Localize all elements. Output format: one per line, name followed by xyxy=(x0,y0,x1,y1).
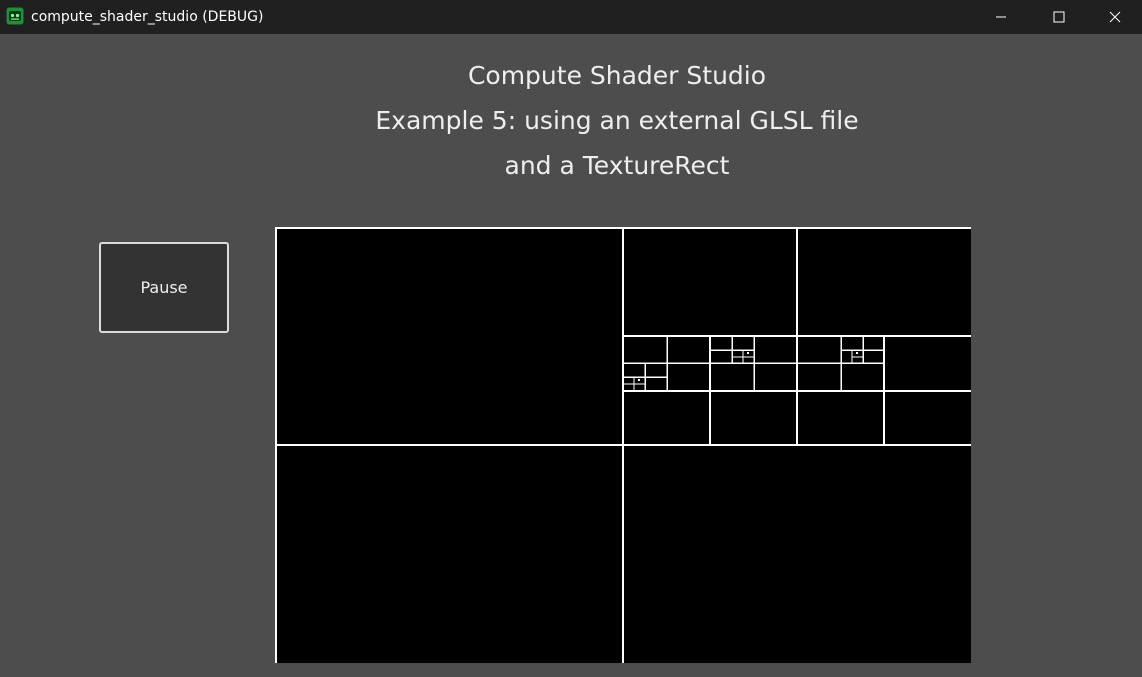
heading-line-1: Compute Shader Studio xyxy=(467,61,767,90)
app-window: compute_shader_studio (DEBUG) Compute Sh… xyxy=(0,0,1142,677)
window-title: compute_shader_studio (DEBUG) xyxy=(31,9,264,25)
heading-line-2: Example 5: using an external GLSL file xyxy=(375,106,859,135)
minimize-button[interactable] xyxy=(972,0,1030,34)
texture-rect xyxy=(275,227,971,663)
close-icon xyxy=(1109,11,1121,23)
subdivision-texture xyxy=(275,227,971,663)
godot-icon xyxy=(6,7,24,25)
pause-button[interactable]: Pause xyxy=(99,242,229,333)
maximize-button[interactable] xyxy=(1030,0,1088,34)
minimize-icon xyxy=(995,11,1007,23)
title-bar[interactable]: compute_shader_studio (DEBUG) xyxy=(0,0,1142,34)
heading-line-3: and a TextureRect xyxy=(504,151,730,180)
close-button[interactable] xyxy=(1088,0,1142,34)
pause-button-label: Pause xyxy=(140,278,188,297)
maximize-icon xyxy=(1053,11,1065,23)
